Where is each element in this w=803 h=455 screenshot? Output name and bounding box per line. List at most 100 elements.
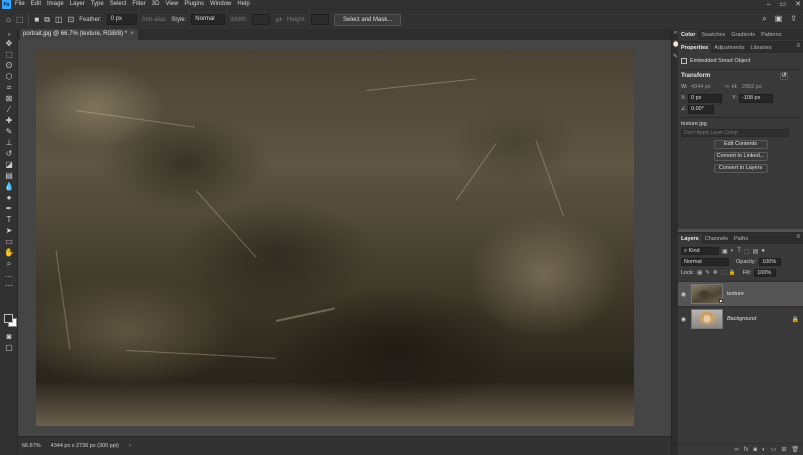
lock-transparent-icon[interactable]: ▦ [697,270,702,276]
pen-tool-icon[interactable]: ✒ [3,204,15,214]
tab-swatches[interactable]: Swatches [698,30,728,40]
workspace-icon[interactable]: ▣ [775,14,783,24]
tab-libraries[interactable]: Libraries [747,43,774,53]
clone-stamp-tool-icon[interactable]: ⊥ [3,138,15,148]
kind-filter-select[interactable]: ⌕ Kind [681,247,719,255]
adjustment-layer-icon[interactable]: ◐ [762,447,766,453]
adjustment-filter-icon[interactable]: ◐ [731,248,735,255]
feather-input[interactable]: 0 px [106,14,137,25]
object-selection-tool-icon[interactable]: ⬡ [3,72,15,82]
intersect-selection-icon[interactable]: ⊡ [68,15,75,24]
opacity-input[interactable]: 100% [759,258,782,266]
style-select[interactable]: Normal [191,14,226,25]
frame-tool-icon[interactable]: ⊠ [3,94,15,104]
link-layers-icon[interactable]: ∞ [734,447,738,453]
gradient-tool-icon[interactable]: ▤ [3,171,15,181]
visibility-eye-icon[interactable]: ◉ [678,291,689,298]
lock-artboard-icon[interactable]: ⬚ [721,270,726,276]
tab-patterns[interactable]: Patterns [758,30,784,40]
photoshop-logo[interactable]: Ps [2,0,11,9]
brush-tool-icon[interactable]: ✎ [3,127,15,137]
shape-filter-icon[interactable]: ⬚ [744,248,750,255]
tab-adjustments[interactable]: Adjustments [711,43,747,53]
canvas-area[interactable] [18,40,671,436]
select-and-mask-button[interactable]: Select and Mask... [334,13,402,26]
history-brush-tool-icon[interactable]: ↺ [3,149,15,159]
anti-alias-checkbox[interactable]: Anti-alias [142,17,167,23]
new-selection-icon[interactable]: ■ [34,15,39,24]
eraser-tool-icon[interactable]: ◪ [3,160,15,170]
type-tool-icon[interactable]: T [3,215,15,225]
add-mask-icon[interactable]: ◙ [753,447,757,453]
tab-paths[interactable]: Paths [731,234,751,244]
angle-field[interactable]: 0.00° [688,104,714,114]
new-layer-icon[interactable]: ⊞ [781,446,786,453]
fill-input[interactable]: 100% [754,269,777,277]
screen-mode-icon[interactable]: ▢ [3,343,15,353]
menu-filter[interactable]: Filter [132,0,145,9]
document-tab[interactable]: portrait.jpg @ 66.7% (texture, RGB/8) * … [20,29,138,40]
add-selection-icon[interactable]: ⧉ [44,15,50,25]
tab-gradients[interactable]: Gradients [728,30,758,40]
panel-menu-icon[interactable]: ≡ [796,43,800,49]
close-icon[interactable]: ✕ [795,0,801,9]
y-field[interactable]: -108 px [739,93,773,103]
crop-tool-icon[interactable]: ⌗ [3,83,15,93]
width-field[interactable]: 4344 px [688,83,722,92]
menu-help[interactable]: Help [237,0,249,9]
new-group-icon[interactable]: ▭ [771,446,777,453]
menu-view[interactable]: View [165,0,178,9]
hand-tool-icon[interactable]: ✋ [3,248,15,258]
status-menu-icon[interactable]: › [129,443,131,449]
lasso-tool-icon[interactable]: ʘ [3,61,15,71]
layers-menu-icon[interactable]: ≡ [796,234,800,240]
subtract-selection-icon[interactable]: ◫ [55,15,63,24]
search-icon[interactable]: ⌕ [762,14,766,24]
edit-toolbar-icon[interactable]: ⋯ [3,281,15,291]
height-field[interactable]: 2952 px [739,83,773,92]
height-input[interactable] [311,14,330,25]
home-icon[interactable]: ⌂ [6,15,11,24]
lock-all-icon[interactable]: 🔒 [729,270,736,276]
blend-mode-select[interactable]: Normal [681,258,729,266]
type-filter-icon[interactable]: T [737,248,741,255]
menu-plugins[interactable]: Plugins [184,0,204,9]
tab-color[interactable]: Color [678,30,699,40]
quick-mask-icon[interactable]: ◙ [3,332,15,342]
zoom-level[interactable]: 66.67% [22,443,41,449]
convert-to-linked-button[interactable]: Convert to Linked... [713,152,768,161]
close-document-icon[interactable]: × [130,29,134,40]
layer-comp-select[interactable]: Don't Apply Layer Comp [681,129,789,137]
texture-image[interactable] [36,50,634,426]
layer-row-texture[interactable]: ◉ texture [678,281,803,306]
menu-layer[interactable]: Layer [70,0,85,9]
menu-3d[interactable]: 3D [152,0,160,9]
width-input[interactable] [252,14,271,25]
layer-style-icon[interactable]: fx [744,447,749,453]
foreground-color-swatch[interactable] [4,314,13,323]
edit-contents-button[interactable]: Edit Contents [713,140,768,149]
healing-brush-tool-icon[interactable]: ✚ [3,116,15,126]
more-tools-icon[interactable]: … [3,270,15,280]
layer-row-background[interactable]: ◉ Background 🔒 [678,306,803,331]
smart-object-filter-icon[interactable]: ▤ [753,248,759,255]
visibility-eye-icon[interactable]: ◉ [678,316,689,323]
dodge-tool-icon[interactable]: ● [3,193,15,203]
reset-transform-icon[interactable]: ↺ [780,72,788,80]
tab-layers[interactable]: Layers [678,234,702,244]
lock-image-icon[interactable]: ✎ [705,270,710,276]
swap-dimensions-icon[interactable]: ⇄ [275,15,282,24]
minimize-icon[interactable]: – [767,0,771,9]
convert-to-layers-button[interactable]: Convert to Layers [713,164,768,173]
rectangle-tool-icon[interactable]: ▭ [3,237,15,247]
menu-image[interactable]: Image [47,0,64,9]
tab-properties[interactable]: Properties [678,43,712,53]
x-field[interactable]: 0 px [688,93,722,103]
menu-file[interactable]: File [15,0,25,9]
delete-layer-icon[interactable]: 🗑 [791,446,799,453]
lock-position-icon[interactable]: ✥ [713,270,718,276]
path-selection-tool-icon[interactable]: ➤ [3,226,15,236]
pixel-filter-icon[interactable]: ▣ [722,248,728,255]
filter-toggle-icon[interactable]: ● [761,248,765,255]
link-dimensions-icon[interactable]: ∞ [722,84,732,90]
